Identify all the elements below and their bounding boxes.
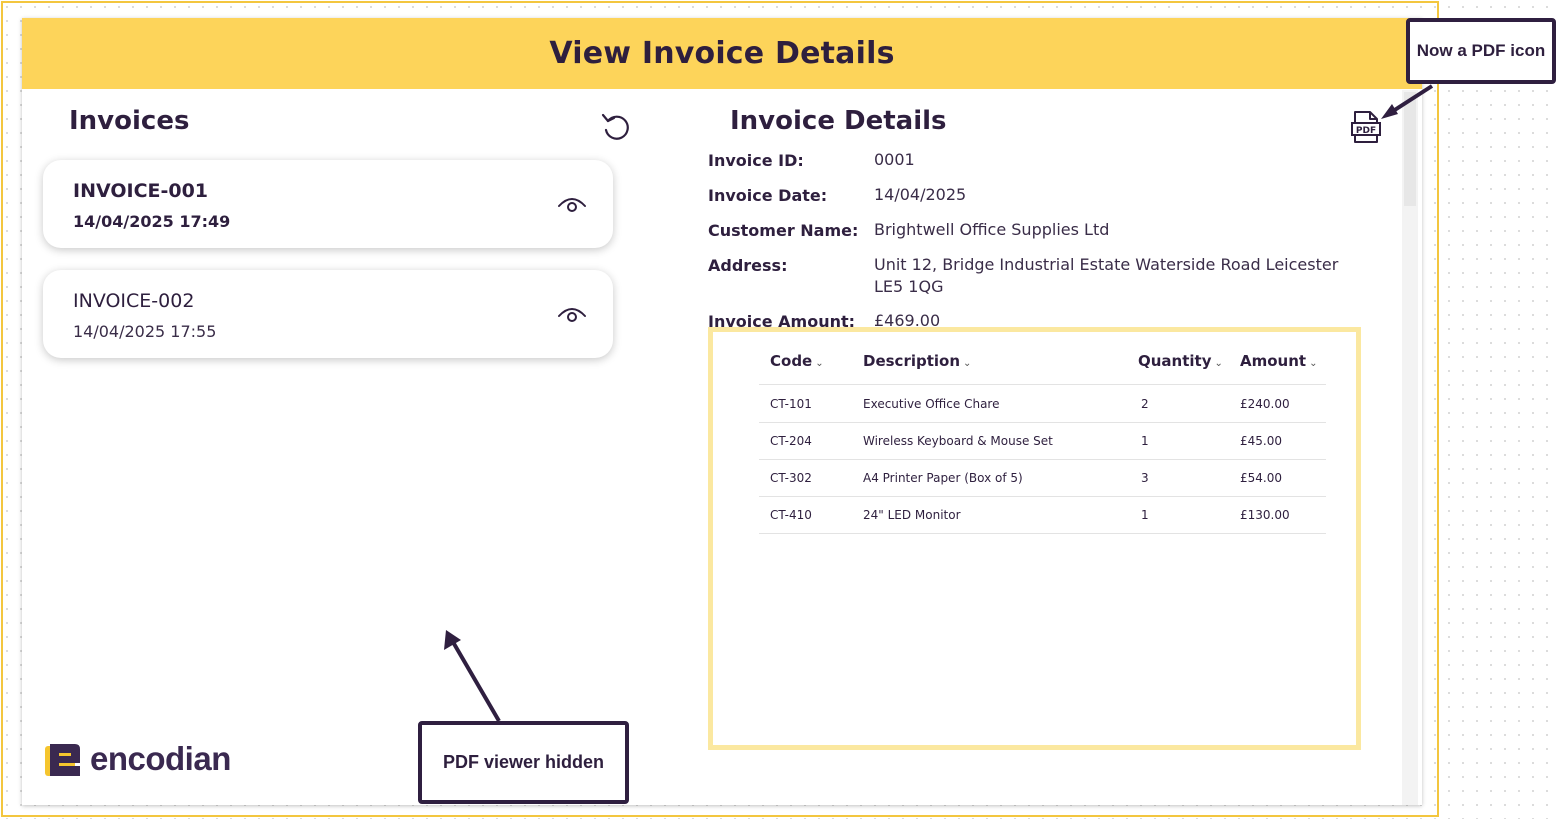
table-header: Code ⌄ Description ⌄ Quantity ⌄ Amount ⌄ <box>759 344 1326 385</box>
cell-amount: £240.00 <box>1240 397 1290 411</box>
refresh-icon[interactable] <box>600 111 634 149</box>
cell-amount: £45.00 <box>1240 434 1282 448</box>
logo-wordmark: encodian <box>90 740 231 777</box>
invoice-date-value: 14/04/2025 <box>874 185 967 204</box>
invoice-date-label: Invoice Date: <box>708 186 828 205</box>
encodian-logo: encodian <box>44 740 231 778</box>
cell-quantity: 1 <box>1141 508 1149 522</box>
invoice-card-datetime: 14/04/2025 17:49 <box>73 212 231 231</box>
invoice-card-datetime: 14/04/2025 17:55 <box>73 322 217 341</box>
cell-code: CT-101 <box>770 397 812 411</box>
cell-description: 24" LED Monitor <box>863 508 961 522</box>
invoice-card-id: INVOICE-002 <box>73 290 195 312</box>
cell-quantity: 2 <box>1141 397 1149 411</box>
page-title: View Invoice Details <box>549 36 895 71</box>
cell-description: A4 Printer Paper (Box of 5) <box>863 471 1023 485</box>
invoice-id-label: Invoice ID: <box>708 151 804 170</box>
invoice-id-value: 0001 <box>874 150 915 169</box>
cell-code: CT-204 <box>770 434 812 448</box>
table-row[interactable]: CT-410 24" LED Monitor 1 £130.00 <box>759 497 1326 534</box>
invoice-details-title: Invoice Details <box>730 106 947 136</box>
cell-quantity: 1 <box>1141 434 1149 448</box>
address-label: Address: <box>708 256 788 275</box>
pdf-file-icon[interactable]: PDF <box>1350 110 1382 148</box>
eye-icon[interactable] <box>557 303 587 331</box>
scrollbar-thumb[interactable] <box>1404 92 1416 206</box>
customer-name-value: Brightwell Office Supplies Ltd <box>874 220 1110 239</box>
column-header-amount[interactable]: Amount ⌄ <box>1240 352 1317 370</box>
chevron-down-icon: ⌄ <box>1214 358 1223 369</box>
customer-name-label: Customer Name: <box>708 221 859 240</box>
eye-icon[interactable] <box>557 193 587 221</box>
invoices-title: Invoices <box>69 106 190 136</box>
cell-amount: £130.00 <box>1240 508 1290 522</box>
column-header-code[interactable]: Code ⌄ <box>770 352 824 370</box>
app-header: View Invoice Details <box>22 18 1422 89</box>
cell-amount: £54.00 <box>1240 471 1282 485</box>
invoice-card-001[interactable]: INVOICE-001 14/04/2025 17:49 <box>43 160 613 248</box>
cell-description: Executive Office Chare <box>863 397 1000 411</box>
table-row[interactable]: CT-302 A4 Printer Paper (Box of 5) 3 £54… <box>759 460 1326 497</box>
invoice-card-002[interactable]: INVOICE-002 14/04/2025 17:55 <box>43 270 613 358</box>
cell-code: CT-302 <box>770 471 812 485</box>
chevron-down-icon: ⌄ <box>815 358 824 369</box>
cell-description: Wireless Keyboard & Mouse Set <box>863 434 1053 448</box>
encodian-logo-mark <box>45 744 80 776</box>
svg-text:PDF: PDF <box>1356 126 1376 136</box>
cell-code: CT-410 <box>770 508 812 522</box>
table-row[interactable]: CT-101 Executive Office Chare 2 £240.00 <box>759 386 1326 423</box>
chevron-down-icon: ⌄ <box>963 358 972 369</box>
column-header-description[interactable]: Description ⌄ <box>863 352 971 370</box>
table-row[interactable]: CT-204 Wireless Keyboard & Mouse Set 1 £… <box>759 423 1326 460</box>
invoice-card-id: INVOICE-001 <box>73 180 209 202</box>
annotation-pdf-icon: Now a PDF icon <box>1406 18 1556 84</box>
chevron-down-icon: ⌄ <box>1309 358 1318 369</box>
column-header-quantity[interactable]: Quantity ⌄ <box>1138 352 1223 370</box>
line-items-gallery: Code ⌄ Description ⌄ Quantity ⌄ Amount ⌄ CT-… <box>708 327 1361 750</box>
annotation-pdf-viewer-hidden: PDF viewer hidden <box>418 721 629 804</box>
address-value: Unit 12, Bridge Industrial Estate Waters… <box>874 255 1339 296</box>
cell-quantity: 3 <box>1141 471 1149 485</box>
